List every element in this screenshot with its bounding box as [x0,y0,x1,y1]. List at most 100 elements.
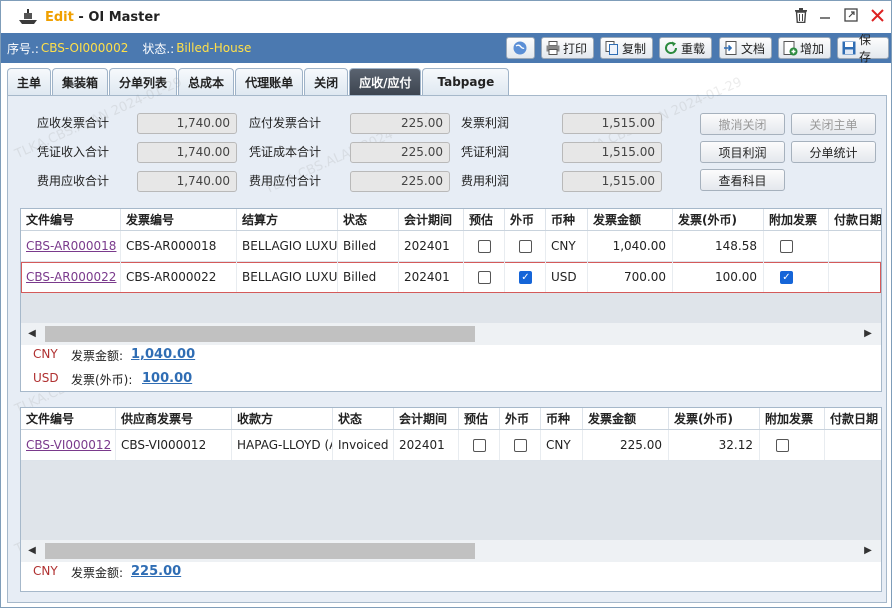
close-icon[interactable] [868,8,886,26]
estimate-checkbox[interactable] [478,240,491,253]
scroll-right-icon[interactable]: ▶ [859,540,877,562]
save-label: 保存 [859,33,872,64]
ar-horizontal-scrollbar[interactable]: ◀ ▶ [21,323,881,345]
ap-col-vendor-invoice-no[interactable]: 供应商发票号 [116,408,232,429]
ar-col-period[interactable]: 会计期间 [399,209,464,230]
scroll-right-icon[interactable]: ▶ [859,323,877,345]
ap-horizontal-scrollbar[interactable]: ◀ ▶ [21,540,881,562]
status-cell: Invoiced [333,430,394,460]
ar-col-amount[interactable]: 发票金额 [588,209,673,230]
ar-col-status[interactable]: 状态 [338,209,399,230]
ap-col-amount[interactable]: 发票金额 [583,408,669,429]
ap-col-foreign[interactable]: 外币 [500,408,541,429]
file-no-link[interactable]: CBS-AR000022 [21,262,121,292]
extra-cell: ✓ [764,262,829,292]
ar-invoice-grid: 文件编号 发票编号 结算方 状态 会计期间 预估 外币 币种 发票金额 发票(外… [20,208,882,392]
tab-containers[interactable]: 集装箱 [52,68,109,95]
amount-fx-cell: 148.58 [673,231,764,261]
ap-grid-header: 文件编号 供应商发票号 收款方 状态 会计期间 预估 外币 币种 发票金额 发票… [21,408,881,430]
tab-tabpage[interactable]: Tabpage [422,68,510,95]
table-row[interactable]: CBS-AR000018 CBS-AR000018 BELLAGIO LUXUR… [21,231,881,262]
ap-col-currency[interactable]: 币种 [541,408,583,429]
scroll-thumb[interactable] [45,543,475,559]
close-master-button[interactable]: 关闭主单 [791,113,876,135]
ar-col-foreign[interactable]: 外币 [505,209,546,230]
foreign-checkbox[interactable] [514,439,527,452]
ap-invoice-total-label: 应付发票合计 [249,116,322,130]
copy-button[interactable]: 复制 [600,37,653,59]
extra-cell [760,430,825,460]
ar-col-amount-fx[interactable]: 发票(外币) [673,209,764,230]
ar-col-invoice-no[interactable]: 发票编号 [121,209,237,230]
ar-col-party[interactable]: 结算方 [237,209,338,230]
ap-col-extra[interactable]: 附加发票 [760,408,825,429]
add-button[interactable]: 增加 [778,37,831,59]
ap-col-file-no[interactable]: 文件编号 [21,408,116,429]
extra-invoice-checkbox-checked[interactable]: ✓ [780,271,793,284]
estimate-cell [459,430,500,460]
table-row[interactable]: CBS-VI000012 CBS-VI000012 HAPAG-LLOYD (A… [21,430,881,461]
charge-profit-field: 1,515.00 [562,171,662,192]
tab-master[interactable]: 主单 [7,68,52,95]
tab-close[interactable]: 关闭 [304,68,349,95]
total-value[interactable]: 1,040.00 [131,347,195,362]
print-label: 打印 [563,41,588,56]
ap-col-pay-date[interactable]: 付款日期 [825,408,881,429]
file-no-link[interactable]: CBS-AR000018 [21,231,121,261]
print-button[interactable]: 打印 [541,37,594,59]
tab-ar-ap[interactable]: 应收/应付 [349,68,422,95]
serial-label: 序号.: [7,41,39,56]
ar-col-estimate[interactable]: 预估 [464,209,505,230]
ap-invoice-grid: 文件编号 供应商发票号 收款方 状态 会计期间 预估 外币 币种 发票金额 发票… [20,407,882,592]
file-no-link[interactable]: CBS-VI000012 [21,430,116,460]
tab-agent-bill[interactable]: 代理账单 [235,68,304,95]
view-accounts-button[interactable]: 查看科目 [700,169,785,191]
ap-col-status[interactable]: 状态 [333,408,394,429]
extra-invoice-checkbox[interactable] [776,439,789,452]
amount-fx-cell: 32.12 [669,430,760,460]
minimize-icon[interactable] [816,8,834,26]
table-row[interactable]: CBS-AR000022 CBS-AR000022 BELLAGIO LUXUR… [21,262,881,293]
scroll-left-icon[interactable]: ◀ [23,323,41,345]
save-button[interactable]: 保存 [837,33,889,64]
tab-total-cost[interactable]: 总成本 [178,68,235,95]
party-cell: BELLAGIO LUXURY [237,231,338,261]
status-value: Billed-House [176,41,252,55]
project-profit-button[interactable]: 项目利润 [700,141,785,163]
extra-invoice-checkbox[interactable] [780,240,793,253]
estimate-checkbox[interactable] [473,439,486,452]
foreign-checkbox-checked[interactable]: ✓ [519,271,532,284]
scroll-thumb[interactable] [45,326,475,342]
reload-button[interactable]: 重载 [659,37,712,59]
grid-empty-area [21,461,881,540]
total-value[interactable]: 225.00 [131,564,181,579]
scroll-left-icon[interactable]: ◀ [23,540,41,562]
ap-col-payee[interactable]: 收款方 [232,408,333,429]
ar-col-extra[interactable]: 附加发票 [764,209,829,230]
document-button[interactable]: 文档 [719,37,772,59]
amount-cell: 700.00 [588,262,673,292]
tab-hbl-list[interactable]: 分单列表 [109,68,178,95]
period-cell: 202401 [399,231,464,261]
globe-button[interactable] [506,37,535,59]
trash-icon[interactable] [792,8,810,26]
add-label: 增加 [800,41,825,56]
ap-col-estimate[interactable]: 预估 [459,408,500,429]
maximize-icon[interactable] [842,8,860,26]
title-separator: - [73,9,89,25]
amount-fx-cell: 100.00 [673,262,764,292]
ap-col-amount-fx[interactable]: 发票(外币) [669,408,760,429]
estimate-checkbox[interactable] [478,271,491,284]
foreign-checkbox[interactable] [519,240,532,253]
ar-col-file-no[interactable]: 文件编号 [21,209,121,230]
hbl-stats-button[interactable]: 分单统计 [791,141,876,163]
cancel-close-button[interactable]: 撤消关闭 [700,113,785,135]
document-icon [723,40,739,56]
currency-cell: CNY [546,231,588,261]
ar-col-pay-date[interactable]: 付款日期 [829,209,881,230]
serial-value: CBS-OI000002 [40,41,129,55]
invoice-profit-field: 1,515.00 [562,113,662,134]
total-value[interactable]: 100.00 [142,371,192,386]
ap-col-period[interactable]: 会计期间 [394,408,459,429]
ar-col-currency[interactable]: 币种 [546,209,588,230]
